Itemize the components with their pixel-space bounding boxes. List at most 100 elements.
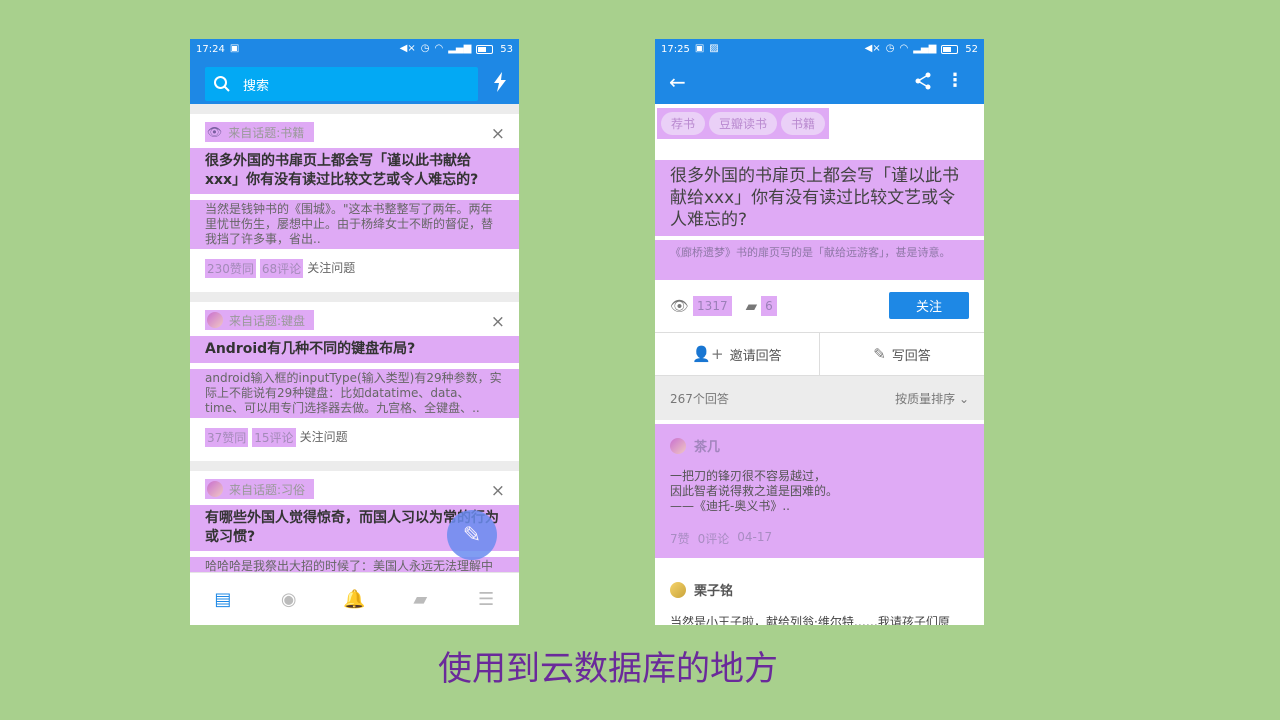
comment-count: 0评论 xyxy=(697,532,730,546)
status-bar: 17:25 ▣ ▨ ◀× ◷ ◠ ▂▄▆ 52 xyxy=(655,39,984,59)
comment-icon: ▰ xyxy=(745,297,758,315)
feed-list: 👁 来自话题:书籍 × 很多外国的书扉页上都会写「谨以此书献给xxx」你有没有读… xyxy=(190,104,519,572)
comment-count[interactable]: 15评论 xyxy=(252,428,296,447)
add-person-icon: 👤+ xyxy=(692,345,724,363)
avatar xyxy=(670,581,686,598)
close-icon[interactable]: × xyxy=(491,126,505,143)
topic-row: 来自话题:习俗 xyxy=(205,479,314,499)
view-count: 1317 xyxy=(693,296,732,316)
answer-meta: 7赞 0评论 04-17 xyxy=(670,530,969,547)
sort-dropdown[interactable]: 按质量排序 ⌄ xyxy=(895,390,969,407)
chat-icon[interactable]: ▰ xyxy=(409,588,431,610)
eye-icon: 👁 xyxy=(670,297,690,315)
answer-author[interactable]: 茶几 xyxy=(670,436,969,455)
write-answer-button[interactable]: ✎ 写回答 xyxy=(819,333,984,375)
status-time: 17:24 xyxy=(196,43,225,55)
card-title[interactable]: 很多外国的书扉页上都会写「谨以此书献给xxx」你有没有读过比较文艺或令人难忘的? xyxy=(190,148,519,194)
signal-icon: ▂▄▆ xyxy=(913,43,937,54)
battery-icon xyxy=(476,44,494,54)
card-excerpt[interactable]: 当然是钱钟书的《围城》。"这本书整整写了两年。两年里忧世伤生，屡想中止。由于杨绛… xyxy=(190,200,519,249)
vote-count: 37赞同 xyxy=(205,428,249,447)
follow-question-link[interactable]: 关注问题 xyxy=(300,428,348,447)
topic-avatar xyxy=(207,312,223,328)
comment-stat[interactable]: ▰ 6 xyxy=(746,296,777,316)
battery-level: 52 xyxy=(965,43,978,55)
avatar xyxy=(670,437,686,454)
app-bar: 搜索 xyxy=(190,59,519,104)
feed-card[interactable]: 来自话题:键盘 × Android有几种不同的键盘布局? android输入框的… xyxy=(190,302,519,461)
wifi-icon: ◠ xyxy=(434,43,444,54)
topic-row: 来自话题:键盘 xyxy=(205,310,314,330)
topic-label: 来自话题:键盘 xyxy=(229,313,306,328)
answer-count: 267个回答 xyxy=(670,391,729,406)
alarm-icon: ◷ xyxy=(885,43,895,54)
search-input[interactable]: 搜索 xyxy=(205,67,478,101)
tag-chip[interactable]: 豆瓣读书 xyxy=(709,111,778,135)
answer-content: 一把刀的锋刃很不容易越过， 因此智者说得救之道是困难的。 ——《迪托-奥义书》.… xyxy=(670,469,839,513)
answer-content: 当然是小王子啦，献给列翁·维尔特……我请孩子们原 xyxy=(670,615,950,625)
follow-question-link[interactable]: 关注问题 xyxy=(307,259,355,278)
close-icon[interactable]: × xyxy=(491,314,505,331)
answer-item[interactable]: 茶几 一把刀的锋刃很不容易越过， 因此智者说得救之道是困难的。 ——《迪托-奥义… xyxy=(655,424,984,558)
author-name: 栗子铭 xyxy=(694,584,734,599)
screenshot-icon: ▣ xyxy=(694,43,705,54)
pencil-icon: ✎ xyxy=(873,345,886,363)
search-icon xyxy=(214,76,230,92)
topic-label: 来自话题:习俗 xyxy=(229,482,306,497)
card-meta: 37赞同 15评论 关注问题 xyxy=(190,418,519,461)
chevron-down-icon: ⌄ xyxy=(958,391,969,406)
invite-answer-button[interactable]: 👤+ 邀请回答 xyxy=(655,333,819,375)
follow-button[interactable]: 关注 xyxy=(889,292,969,319)
answer-author[interactable]: 栗子铭 xyxy=(670,580,969,599)
question-description[interactable]: 《廊桥遗梦》书的扉页写的是「献给远游客」，甚是诗意。 xyxy=(655,240,984,280)
compass-icon[interactable]: ◉ xyxy=(278,588,300,610)
app-bar: ← ⋮ xyxy=(655,59,984,104)
status-bar: 17:24 ▣ ◀× ◷ ◠ ▂▄▆ 53 xyxy=(190,39,519,59)
card-meta: 230赞同 68评论 关注问题 xyxy=(190,249,519,292)
feed-card[interactable]: 👁 来自话题:书籍 × 很多外国的书扉页上都会写「谨以此书献给xxx」你有没有读… xyxy=(190,114,519,292)
topic-row: 👁 来自话题:书籍 xyxy=(205,122,314,142)
share-icon[interactable] xyxy=(914,72,932,90)
back-arrow-icon[interactable]: ← xyxy=(669,70,686,94)
phone-question-screen: 17:25 ▣ ▨ ◀× ◷ ◠ ▂▄▆ 52 ← ⋮ 荐书 豆瓣读书 书籍 很… xyxy=(655,39,984,625)
bell-icon[interactable]: 🔔 xyxy=(343,588,365,610)
tag-list: 荐书 豆瓣读书 书籍 xyxy=(657,107,830,139)
alarm-icon: ◷ xyxy=(420,43,430,54)
comment-count[interactable]: 68评论 xyxy=(259,259,304,278)
bottom-nav: ▤ ◉ 🔔 ▰ ☰ xyxy=(190,572,519,625)
write-fab-button[interactable]: ✎ xyxy=(447,510,497,560)
phone-feed-screen: 17:24 ▣ ◀× ◷ ◠ ▂▄▆ 53 搜索 👁 来自话题:书籍 × 很多外… xyxy=(190,39,519,625)
comment-count: 6 xyxy=(761,296,777,316)
search-placeholder: 搜索 xyxy=(243,78,270,94)
status-time: 17:25 xyxy=(661,43,690,55)
answer-item[interactable]: 栗子铭 当然是小王子啦，献给列翁·维尔特……我请孩子们原 xyxy=(655,566,984,625)
eye-icon: 👁 xyxy=(207,125,223,139)
battery-level: 53 xyxy=(500,43,513,55)
close-icon[interactable]: × xyxy=(491,483,505,500)
answer-date: 04-17 xyxy=(737,530,773,544)
view-stat: 👁 1317 xyxy=(670,296,732,316)
battery-icon xyxy=(941,44,959,54)
invite-label: 邀请回答 xyxy=(729,348,782,364)
feed-icon[interactable]: ▤ xyxy=(212,588,234,610)
tag-chip[interactable]: 书籍 xyxy=(781,111,826,135)
slide-caption: 使用到云数据库的地方 xyxy=(438,649,778,689)
signal-icon: ▂▄▆ xyxy=(448,43,472,54)
mute-icon: ◀× xyxy=(864,43,881,54)
more-options-icon[interactable]: ⋮ xyxy=(946,70,964,91)
menu-icon[interactable]: ☰ xyxy=(475,588,497,610)
card-excerpt[interactable]: android输入框的inputType(输入类型)有29种参数，实际上不能说有… xyxy=(190,369,519,418)
topic-avatar xyxy=(207,481,223,497)
question-title: 很多外国的书扉页上都会写「谨以此书献给xxx」你有没有读过比较文艺或令人难忘的? xyxy=(655,160,984,236)
lightning-icon[interactable] xyxy=(493,72,507,92)
answers-header: 267个回答 按质量排序 ⌄ xyxy=(655,376,984,420)
image-icon: ▨ xyxy=(709,43,719,54)
question-stats: 👁 1317 ▰ 6 关注 xyxy=(655,280,984,332)
vote-count: 230赞同 xyxy=(205,259,256,278)
wifi-icon: ◠ xyxy=(899,43,909,54)
card-title[interactable]: Android有几种不同的键盘布局? xyxy=(190,336,519,363)
screenshot-icon: ▣ xyxy=(229,43,240,54)
tag-row: 荐书 豆瓣读书 书籍 xyxy=(655,104,984,142)
tag-chip[interactable]: 荐书 xyxy=(661,111,706,135)
vote-count: 7赞 xyxy=(670,532,690,546)
